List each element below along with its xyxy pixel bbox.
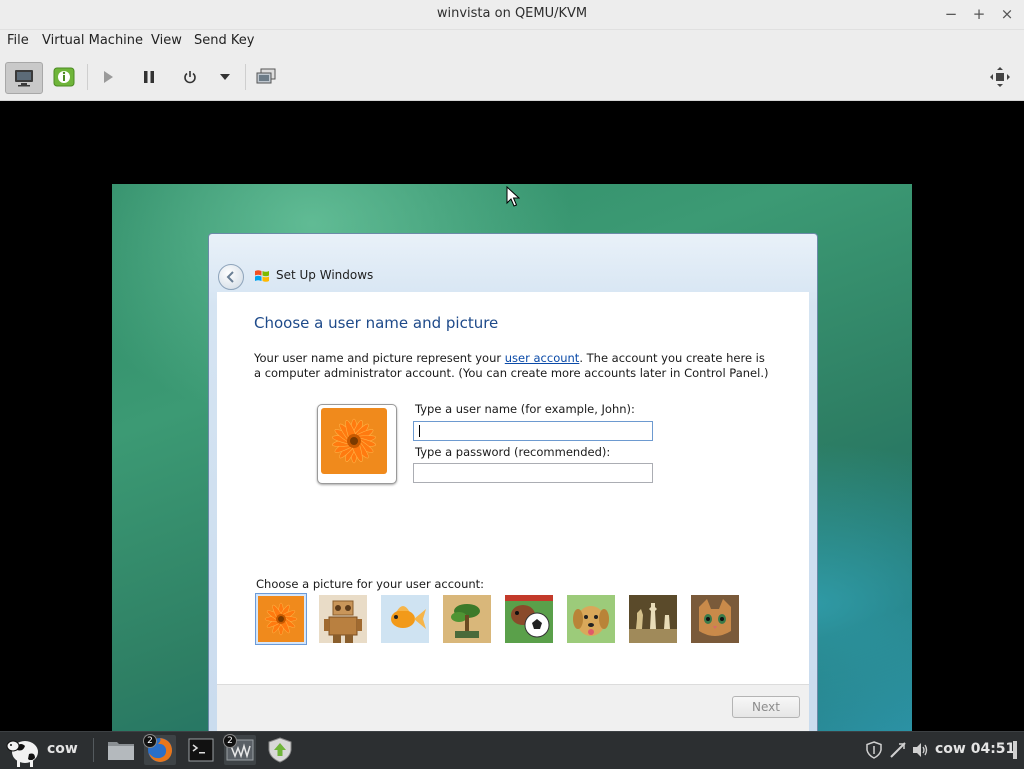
- soccer-ball-picture-icon: [505, 595, 553, 643]
- menu-view[interactable]: View: [151, 33, 182, 48]
- mouse-cursor-icon: [506, 186, 520, 207]
- fish-picture-icon: [381, 595, 429, 643]
- fullscreen-icon: [990, 67, 1010, 87]
- next-button[interactable]: Next: [732, 696, 800, 718]
- pause-button[interactable]: [131, 62, 167, 92]
- menu-file[interactable]: File: [7, 33, 29, 48]
- pause-icon: [144, 71, 154, 83]
- run-icon: [104, 71, 113, 83]
- description-text: Your user name and picture represent you…: [254, 351, 774, 381]
- file-manager-icon: [108, 742, 134, 760]
- power-menu-icon[interactable]: [1008, 739, 1022, 761]
- update-manager-icon: [268, 737, 292, 763]
- network-icon: [890, 742, 906, 758]
- tray-volume[interactable]: [910, 740, 930, 760]
- taskbar-app-virt-manager[interactable]: 2: [223, 734, 256, 765]
- volume-icon: [913, 743, 928, 757]
- power-button[interactable]: [172, 62, 208, 92]
- console-icon: [15, 70, 33, 87]
- menu-virtual-machine[interactable]: Virtual Machine: [42, 33, 143, 48]
- menu-send-key[interactable]: Send Key: [194, 33, 254, 48]
- user-menu-label[interactable]: cow: [47, 741, 78, 757]
- power-dropdown-button[interactable]: [210, 62, 240, 92]
- maximize-button[interactable]: +: [970, 4, 988, 24]
- taskbar-app-update-manager[interactable]: [264, 735, 296, 765]
- setup-windows-dialog: Set Up Windows Choose a user name and pi…: [208, 233, 818, 731]
- picture-chooser: [255, 593, 755, 645]
- title-bar: winvista on QEMU/KVM − + ×: [0, 0, 1024, 30]
- tray-network[interactable]: [888, 740, 908, 760]
- snapshots-icon: [256, 68, 276, 84]
- console-button[interactable]: [5, 62, 43, 94]
- selected-user-picture: [317, 404, 397, 484]
- dialog-footer: Next: [217, 684, 809, 731]
- password-field[interactable]: [413, 463, 653, 485]
- dog-picture-icon: [567, 595, 615, 643]
- robot-picture-icon: [319, 595, 367, 643]
- password-label: Type a password (recommended):: [415, 445, 611, 459]
- clock[interactable]: cow 04:51: [935, 741, 1015, 757]
- picture-option-robot[interactable]: [319, 595, 367, 643]
- taskbar-app-terminal[interactable]: [185, 735, 217, 765]
- description-prefix: Your user name and picture represent you…: [254, 351, 505, 365]
- toolbar-separator: [87, 64, 88, 90]
- dialog-title: Set Up Windows: [276, 268, 374, 282]
- toolbar-separator: [245, 64, 246, 90]
- username-field[interactable]: [413, 421, 653, 443]
- windows-logo-icon: [255, 270, 269, 282]
- username-input[interactable]: [414, 425, 652, 443]
- chess-picture-icon: [629, 595, 677, 643]
- toolbar: [0, 54, 1024, 101]
- taskbar-separator: [93, 738, 94, 762]
- user-account-link[interactable]: user account: [505, 351, 580, 365]
- details-button[interactable]: [46, 62, 82, 92]
- power-dropdown-icon: [220, 74, 230, 80]
- taskbar-app-firefox[interactable]: 2: [143, 734, 176, 765]
- vm-display[interactable]: Set Up Windows Choose a user name and pi…: [0, 101, 1024, 731]
- text-caret: [419, 425, 420, 437]
- fullscreen-button[interactable]: [982, 62, 1018, 92]
- bonsai-picture-icon: [443, 595, 491, 643]
- taskbar-app-files[interactable]: [105, 735, 137, 765]
- close-button[interactable]: ×: [998, 4, 1016, 24]
- snapshots-button[interactable]: [248, 62, 284, 92]
- taskbar: cow 2 2 cow 04:51: [0, 731, 1024, 769]
- picture-option-bonsai[interactable]: [443, 595, 491, 643]
- cow-menu-icon[interactable]: [3, 732, 45, 768]
- picture-option-dog[interactable]: [567, 595, 615, 643]
- back-arrow-icon: [226, 271, 234, 283]
- password-input[interactable]: [414, 467, 652, 485]
- picture-option-fish[interactable]: [381, 595, 429, 643]
- dialog-content: Choose a user name and picture Your user…: [217, 292, 809, 684]
- window-title: winvista on QEMU/KVM: [436, 6, 588, 21]
- page-heading: Choose a user name and picture: [254, 314, 499, 332]
- username-label: Type a user name (for example, John):: [415, 402, 635, 416]
- tray-security-shield[interactable]: [864, 740, 884, 760]
- picture-chooser-label: Choose a picture for your user account:: [256, 577, 485, 591]
- firefox-window-count-badge: 2: [143, 734, 157, 748]
- run-button[interactable]: [90, 62, 126, 92]
- menu-bar: File Virtual Machine View Send Key: [0, 30, 1024, 54]
- picture-option-soccer-ball[interactable]: [505, 595, 553, 643]
- picture-option-flower[interactable]: [255, 593, 307, 645]
- shield-icon: [866, 741, 882, 759]
- details-icon: [53, 67, 75, 87]
- picture-option-chess[interactable]: [629, 595, 677, 643]
- dialog-header: [209, 234, 817, 292]
- flower-picture-icon: [321, 408, 387, 474]
- back-button[interactable]: [218, 264, 244, 290]
- flower-picture-icon: [258, 596, 304, 642]
- terminal-icon: [188, 738, 214, 762]
- picture-option-kitten[interactable]: [691, 595, 739, 643]
- minimize-button[interactable]: −: [942, 4, 960, 24]
- power-icon: [184, 71, 196, 84]
- kitten-picture-icon: [691, 595, 739, 643]
- virt-manager-window-count-badge: 2: [223, 734, 237, 748]
